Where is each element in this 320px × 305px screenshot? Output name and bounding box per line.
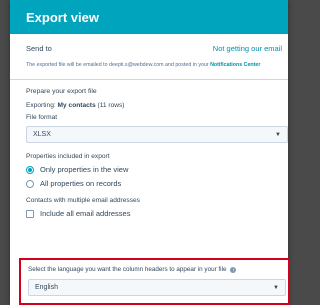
language-highlight-box: Select the language you want the column … — [19, 258, 290, 305]
language-value: English — [35, 284, 58, 291]
language-select[interactable]: English ▼ — [28, 279, 286, 296]
radio-label: All properties on records — [40, 179, 122, 188]
checkbox-label: Include all email addresses — [40, 209, 131, 218]
radio-button[interactable] — [26, 179, 34, 188]
language-label: Select the language you want the column … — [28, 266, 288, 273]
dialog-header: Export view — [10, 0, 288, 34]
send-to-label: Send to — [26, 44, 52, 53]
send-to-row: Send to Not getting our email — [26, 44, 288, 53]
section-divider — [10, 79, 288, 80]
include-all-emails-checkbox[interactable] — [26, 209, 34, 218]
notifications-center-link[interactable]: Notifications Center — [210, 62, 260, 68]
exporting-label: Exporting: — [26, 102, 56, 109]
prepare-section-title: Prepare your export file — [26, 88, 97, 95]
exporting-line: Exporting: My contacts (11 rows) — [26, 102, 288, 109]
email-info-prefix: The exported file will be emailed to dee… — [26, 62, 211, 68]
info-icon[interactable]: i — [230, 266, 237, 273]
radio-label: Only properties in the view — [40, 165, 129, 174]
file-format-label: File format — [26, 114, 58, 121]
exporting-row-count: (11 rows) — [97, 102, 125, 109]
radio-all-properties[interactable]: All properties on records — [26, 179, 288, 188]
email-info-text: The exported file will be emailed to dee… — [26, 62, 288, 68]
properties-label: Properties included in export — [26, 153, 110, 160]
file-format-select[interactable]: XLSX ▼ — [26, 126, 288, 143]
language-label-text: Select the language you want the column … — [28, 266, 227, 273]
file-format-value: XLSX — [33, 131, 51, 138]
include-all-emails-option[interactable]: Include all email addresses — [26, 209, 288, 218]
exporting-view-name: My contacts — [57, 102, 96, 109]
chevron-down-icon: ▼ — [273, 284, 279, 291]
chevron-down-icon: ▼ — [275, 131, 281, 138]
dialog-title: Export view — [26, 9, 99, 25]
not-getting-email-link[interactable]: Not getting our email — [213, 44, 288, 53]
dialog-body: Send to Not getting our email The export… — [10, 44, 288, 218]
radio-button-checked[interactable] — [26, 165, 34, 174]
radio-only-view-properties[interactable]: Only properties in the view — [26, 165, 288, 174]
contacts-multiple-email-label: Contacts with multiple email addresses — [26, 197, 140, 204]
